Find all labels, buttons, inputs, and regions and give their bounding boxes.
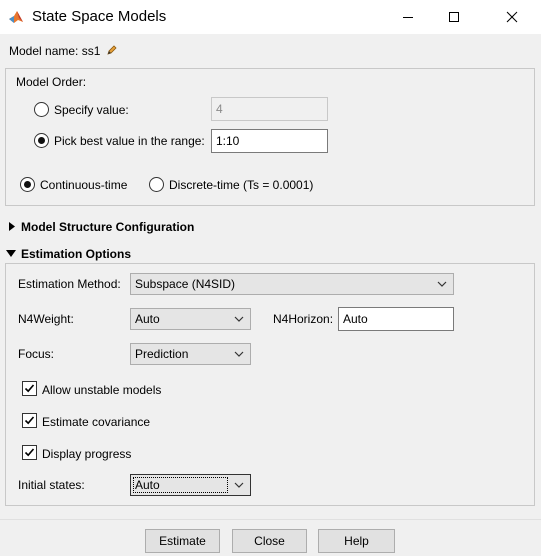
checkmark-icon [24, 448, 35, 457]
n4weight-label: N4Weight: [18, 312, 74, 326]
n4horizon-label: N4Horizon: [273, 312, 334, 326]
expand-triangle-icon[interactable] [8, 222, 16, 231]
chevron-down-icon [234, 482, 244, 488]
n4horizon-field[interactable]: Auto [338, 307, 454, 331]
close-button[interactable]: Close [232, 529, 307, 553]
checkmark-icon [24, 416, 35, 425]
n4weight-dropdown[interactable]: Auto [130, 308, 251, 330]
chevron-down-icon [234, 351, 244, 357]
range-field[interactable]: 1:10 [211, 129, 328, 153]
display-progress-label: Display progress [42, 447, 132, 461]
title-bar: State Space Models [0, 0, 541, 34]
pencil-icon[interactable] [106, 44, 118, 56]
window-title: State Space Models [32, 8, 167, 25]
matlab-logo-icon [9, 11, 23, 23]
initial-states-dropdown[interactable]: Auto [130, 474, 251, 496]
close-icon [506, 11, 518, 23]
continuous-time-radio[interactable] [20, 177, 35, 192]
allow-unstable-checkbox[interactable] [22, 381, 37, 396]
help-button[interactable]: Help [318, 529, 395, 553]
focus-dropdown[interactable]: Prediction [130, 343, 251, 365]
pick-range-label: Pick best value in the range: [54, 134, 205, 148]
checkmark-icon [24, 384, 35, 393]
minimize-icon [403, 17, 413, 18]
estimation-method-value: Subspace (N4SID) [135, 277, 236, 291]
estimation-method-label: Estimation Method: [18, 277, 121, 291]
estimate-covariance-checkbox[interactable] [22, 413, 37, 428]
focus-value: Prediction [135, 347, 189, 361]
specify-value-label: Specify value: [54, 103, 129, 117]
n4weight-value: Auto [135, 312, 160, 326]
focus-label: Focus: [18, 347, 55, 361]
estimation-options-header[interactable]: Estimation Options [21, 247, 131, 261]
estimation-method-dropdown[interactable]: Subspace (N4SID) [130, 273, 454, 295]
model-structure-header[interactable]: Model Structure Configuration [21, 220, 194, 234]
maximize-icon [449, 12, 459, 22]
maximize-button[interactable] [431, 0, 477, 34]
continuous-time-label: Continuous-time [40, 178, 128, 192]
estimate-covariance-label: Estimate covariance [42, 415, 151, 429]
specify-value-field[interactable]: 4 [211, 97, 328, 121]
minimize-button[interactable] [385, 0, 431, 34]
specify-value-radio[interactable] [34, 102, 49, 117]
chevron-down-icon [234, 316, 244, 322]
estimate-button[interactable]: Estimate [145, 529, 220, 553]
initial-states-label: Initial states: [18, 478, 85, 492]
focus-indicator [133, 477, 228, 493]
allow-unstable-label: Allow unstable models [42, 383, 162, 397]
collapse-triangle-icon[interactable] [6, 250, 16, 257]
close-window-button[interactable] [489, 0, 535, 34]
model-order-title: Model Order: [16, 75, 87, 89]
discrete-time-radio[interactable] [149, 177, 164, 192]
discrete-time-label: Discrete-time (Ts = 0.0001) [169, 178, 314, 192]
chevron-down-icon [437, 281, 447, 287]
display-progress-checkbox[interactable] [22, 445, 37, 460]
model-name-label: Model name: ss1 [9, 44, 101, 58]
pick-range-radio[interactable] [34, 133, 49, 148]
